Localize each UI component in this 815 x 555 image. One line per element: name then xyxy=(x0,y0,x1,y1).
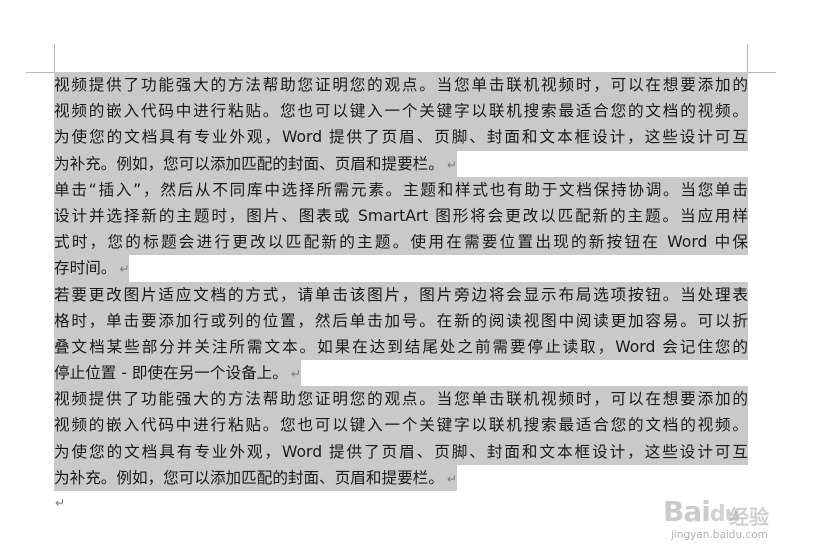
document-page[interactable]: 视频提供了功能强大的方法帮助您证明您的观点。当您单击联机视频时，可以在想要添加的… xyxy=(0,0,815,555)
text-line: 叠文档某些部分并关注所需文本。如果在达到结尾处之前需要停止读取，Word 会记住… xyxy=(54,333,748,361)
text-line: 停止位置 - 即使在另一个设备上。 ↵ xyxy=(54,360,748,387)
baidu-jingyan-watermark: Baidu 经验 jingyan.baidu.com xyxy=(657,489,777,547)
text-line: 存时间。 ↵ xyxy=(54,255,748,282)
selected-text: 格时，单击要添加行或列的位置，然后单击加号。在新的阅读视图中阅读更加容易。可以折 xyxy=(54,307,748,334)
paragraph[interactable]: 若要更改图片适应文档的方式，请单击该图片，图片旁边将会显示布局选项按钮。当处理表… xyxy=(54,281,748,387)
text-line: 为使您的文档具有专业外观，Word 提供了页眉、页脚、封面和文本框设计，这些设计… xyxy=(54,438,748,465)
selected-text: 为补充。例如，您可以添加匹配的封面、页眉和提要栏。 ↵ xyxy=(54,464,457,491)
paragraph-mark-icon: ↵ xyxy=(290,367,301,382)
empty-paragraph-mark-icon[interactable]: ↵ xyxy=(55,496,65,510)
paragraph[interactable]: 视频提供了功能强大的方法帮助您证明您的观点。当您单击联机视频时，可以在想要添加的… xyxy=(54,386,748,491)
watermark-url: jingyan.baidu.com xyxy=(671,529,768,541)
paragraph[interactable]: 单击“插入”，然后从不同库中选择所需元素。主题和样式也有助于文档保持协调。当您单… xyxy=(54,176,748,282)
selected-text: 视频的嵌入代码中进行粘贴。您也可以键入一个关键字以联机搜索最适合您的文档的视频。 xyxy=(54,98,748,125)
paragraph-mark-icon: ↵ xyxy=(119,262,130,277)
text-line: 视频的嵌入代码中进行粘贴。您也可以键入一个关键字以联机搜索最适合您的文档的视频。 xyxy=(54,98,748,125)
text-line: 设计并选择新的主题时，图片、图表或 SmartArt 图形将会更改以匹配新的主题… xyxy=(54,202,748,230)
watermark-chinese: 经验 xyxy=(729,505,769,529)
selected-text: 设计并选择新的主题时，图片、图表或 SmartArt 图形将会更改以匹配新的主题… xyxy=(54,202,748,230)
selected-text: 为补充。例如，您可以添加匹配的封面、页眉和提要栏。 ↵ xyxy=(54,150,457,177)
selected-text: 若要更改图片适应文档的方式，请单击该图片，图片旁边将会显示布局选项按钮。当处理表 xyxy=(54,281,748,308)
paragraph-mark-icon: ↵ xyxy=(446,471,457,486)
selected-text: 存时间。 ↵ xyxy=(54,255,130,282)
text-line: 视频提供了功能强大的方法帮助您证明您的观点。当您单击联机视频时，可以在想要添加的 xyxy=(54,386,748,413)
selected-text: 视频的嵌入代码中进行粘贴。您也可以键入一个关键字以联机搜索最适合您的文档的视频。 xyxy=(54,412,748,439)
paragraph-mark-icon: ↵ xyxy=(446,157,457,172)
text-line: 为使您的文档具有专业外观，Word 提供了页眉、页脚、封面和文本框设计，这些设计… xyxy=(54,124,748,151)
margin-corner-top-right-horizontal xyxy=(748,72,776,73)
selected-text: 式时，您的标题会进行更改以匹配新的主题。使用在需要位置出现的新按钮在 Word … xyxy=(54,229,748,256)
selected-text: 视频提供了功能强大的方法帮助您证明您的观点。当您单击联机视频时，可以在想要添加的 xyxy=(54,72,748,99)
text-line: 若要更改图片适应文档的方式，请单击该图片，图片旁边将会显示布局选项按钮。当处理表 xyxy=(54,281,748,308)
text-line: 式时，您的标题会进行更改以匹配新的主题。使用在需要位置出现的新按钮在 Word … xyxy=(54,229,748,256)
baidu-logo: Baidu xyxy=(663,495,740,528)
text-line: 格时，单击要添加行或列的位置，然后单击加号。在新的阅读视图中阅读更加容易。可以折 xyxy=(54,307,748,334)
selected-text: 为使您的文档具有专业外观，Word 提供了页眉、页脚、封面和文本框设计，这些设计… xyxy=(54,438,748,465)
selected-text: 为使您的文档具有专业外观，Word 提供了页眉、页脚、封面和文本框设计，这些设计… xyxy=(54,124,748,151)
text-line: 视频提供了功能强大的方法帮助您证明您的观点。当您单击联机视频时，可以在想要添加的 xyxy=(54,72,748,99)
margin-corner-top-left-vertical xyxy=(54,44,55,72)
paragraph[interactable]: 视频提供了功能强大的方法帮助您证明您的观点。当您单击联机视频时，可以在想要添加的… xyxy=(54,72,748,177)
text-line: 视频的嵌入代码中进行粘贴。您也可以键入一个关键字以联机搜索最适合您的文档的视频。 xyxy=(54,412,748,439)
text-line: 为补充。例如，您可以添加匹配的封面、页眉和提要栏。 ↵ xyxy=(54,464,748,491)
document-body[interactable]: 视频提供了功能强大的方法帮助您证明您的观点。当您单击联机视频时，可以在想要添加的… xyxy=(54,72,748,491)
selected-text: 停止位置 - 即使在另一个设备上。 ↵ xyxy=(54,360,301,387)
margin-corner-top-right-vertical xyxy=(747,44,748,72)
text-line: 为补充。例如，您可以添加匹配的封面、页眉和提要栏。 ↵ xyxy=(54,150,748,177)
selected-text: 单击“插入”，然后从不同库中选择所需元素。主题和样式也有助于文档保持协调。当您单… xyxy=(54,176,748,203)
text-line: 单击“插入”，然后从不同库中选择所需元素。主题和样式也有助于文档保持协调。当您单… xyxy=(54,176,748,203)
margin-corner-top-left-horizontal xyxy=(26,72,54,73)
selected-text: 视频提供了功能强大的方法帮助您证明您的观点。当您单击联机视频时，可以在想要添加的 xyxy=(54,386,748,413)
selected-text: 叠文档某些部分并关注所需文本。如果在达到结尾处之前需要停止读取，Word 会记住… xyxy=(54,333,748,361)
